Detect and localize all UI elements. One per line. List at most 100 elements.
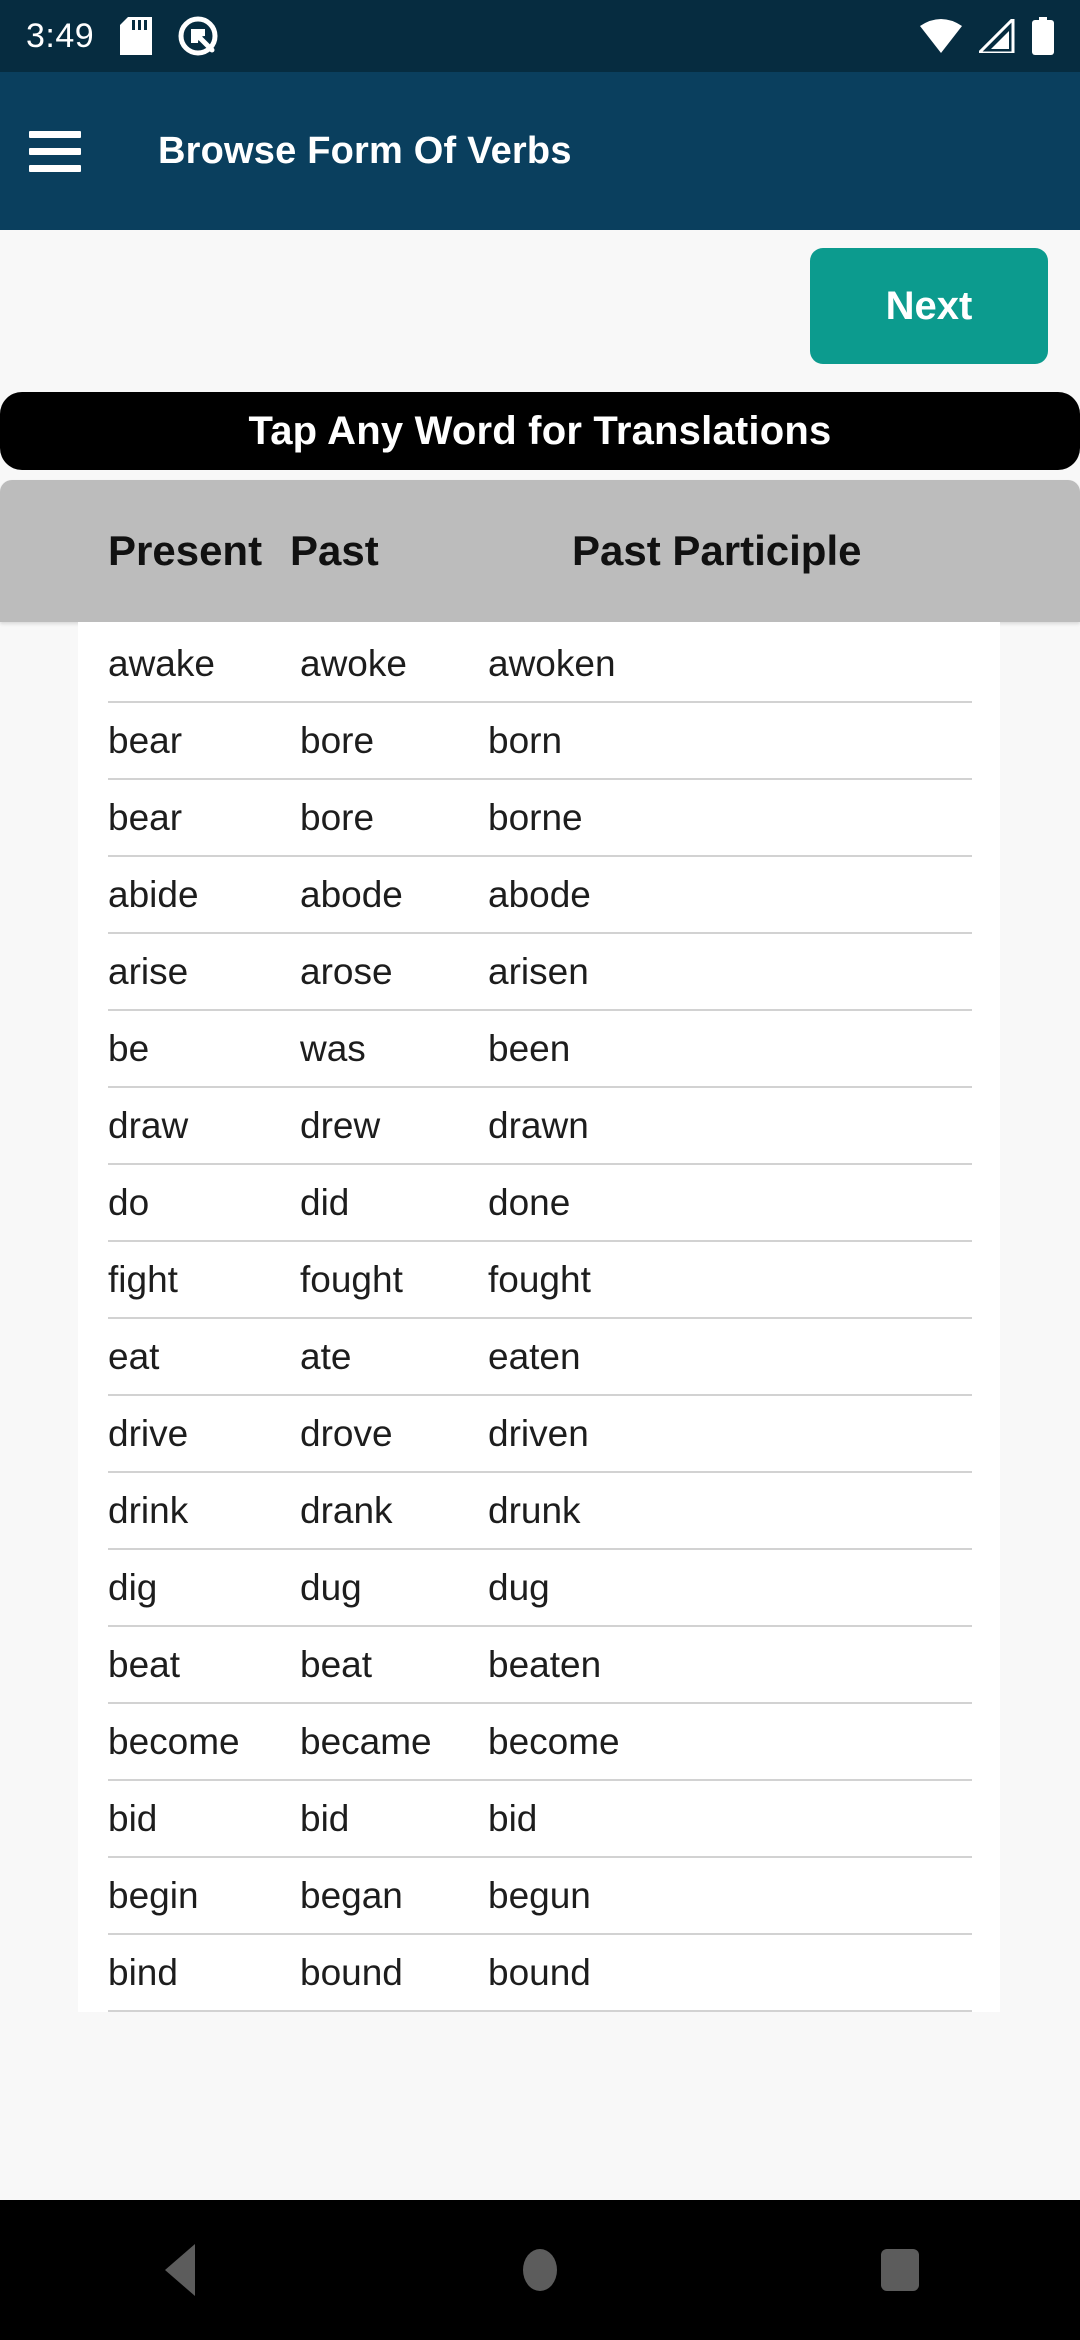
verb-cell-past[interactable]: drove [300, 1413, 488, 1455]
verb-cell-present[interactable]: bind [108, 1952, 300, 1994]
verb-cell-present[interactable]: bear [108, 797, 300, 839]
table-row[interactable]: begin began begun [108, 1858, 972, 1935]
recents-square-icon [881, 2249, 919, 2291]
table-row[interactable]: become became become [108, 1704, 972, 1781]
verb-cell-past-participle[interactable]: driven [488, 1413, 972, 1455]
table-row[interactable]: bid bid bid [108, 1781, 972, 1858]
verb-table-header: Present Past Past Participle [0, 480, 1080, 622]
verb-cell-past-participle[interactable]: eaten [488, 1336, 972, 1378]
verb-cell-present[interactable]: draw [108, 1105, 300, 1147]
table-row[interactable]: draw drew drawn [108, 1088, 972, 1165]
verb-cell-past-participle[interactable]: abode [488, 874, 972, 916]
verb-cell-present[interactable]: abide [108, 874, 300, 916]
android-navigation-bar [0, 2200, 1080, 2340]
verb-cell-past[interactable]: bound [300, 1952, 488, 1994]
table-row[interactable]: beat beat beaten [108, 1627, 972, 1704]
verb-cell-past[interactable]: drew [300, 1105, 488, 1147]
table-row[interactable]: be was been [108, 1011, 972, 1088]
verb-cell-past[interactable]: was [300, 1028, 488, 1070]
table-row[interactable]: awake awoke awoken [108, 626, 972, 703]
table-row[interactable]: abide abode abode [108, 857, 972, 934]
verb-cell-present[interactable]: become [108, 1721, 300, 1763]
verb-cell-present[interactable]: drive [108, 1413, 300, 1455]
verb-cell-present[interactable]: arise [108, 951, 300, 993]
page-title: Browse Form Of Verbs [158, 129, 572, 172]
verb-cell-past-participle[interactable]: bid [488, 1798, 972, 1840]
hamburger-menu-icon [29, 130, 81, 172]
verb-cell-past[interactable]: bore [300, 720, 488, 762]
wifi-icon [920, 19, 962, 53]
sd-card-icon [120, 17, 153, 55]
table-row[interactable]: fight fought fought [108, 1242, 972, 1319]
table-row[interactable]: eat ate eaten [108, 1319, 972, 1396]
recents-button[interactable] [810, 2200, 990, 2340]
home-circle-icon [523, 2249, 557, 2291]
translation-hint-banner: Tap Any Word for Translations [0, 392, 1080, 470]
verb-cell-present[interactable]: dig [108, 1567, 300, 1609]
verb-cell-present[interactable]: bear [108, 720, 300, 762]
back-triangle-icon [165, 2244, 195, 2296]
verb-cell-past-participle[interactable]: drawn [488, 1105, 972, 1147]
status-bar-right [920, 17, 1054, 55]
verb-cell-present[interactable]: awake [108, 643, 300, 685]
verb-cell-past[interactable]: beat [300, 1644, 488, 1686]
verb-cell-past[interactable]: ate [300, 1336, 488, 1378]
hamburger-menu-button[interactable] [0, 72, 110, 230]
verb-cell-past-participle[interactable]: arisen [488, 951, 972, 993]
column-header-past-participle: Past Participle [572, 527, 862, 574]
verb-cell-past-participle[interactable]: begun [488, 1875, 972, 1917]
verb-cell-past[interactable]: began [300, 1875, 488, 1917]
next-button[interactable]: Next [810, 248, 1048, 364]
verb-cell-past-participle[interactable]: born [488, 720, 972, 762]
verb-cell-past[interactable]: abode [300, 874, 488, 916]
verb-cell-past[interactable]: dug [300, 1567, 488, 1609]
verb-cell-past[interactable]: arose [300, 951, 488, 993]
verb-cell-past-participle[interactable]: become [488, 1721, 972, 1763]
verb-cell-present[interactable]: eat [108, 1336, 300, 1378]
verb-cell-past-participle[interactable]: beaten [488, 1644, 972, 1686]
verb-cell-past-participle[interactable]: fought [488, 1259, 972, 1301]
verb-cell-past-participle[interactable]: borne [488, 797, 972, 839]
verb-cell-past[interactable]: bid [300, 1798, 488, 1840]
table-row[interactable]: bind bound bound [108, 1935, 972, 2012]
verb-cell-present[interactable]: do [108, 1182, 300, 1224]
content-area: Next Tap Any Word for Translations Prese… [0, 230, 1080, 2200]
back-button[interactable] [90, 2200, 270, 2340]
verb-cell-past[interactable]: became [300, 1721, 488, 1763]
status-bar: 3:49 [0, 0, 1080, 72]
verb-cell-past[interactable]: fought [300, 1259, 488, 1301]
table-row[interactable]: drink drank drunk [108, 1473, 972, 1550]
status-clock: 3:49 [26, 16, 95, 55]
home-button[interactable] [450, 2200, 630, 2340]
verb-cell-past[interactable]: bore [300, 797, 488, 839]
verb-cell-present[interactable]: begin [108, 1875, 300, 1917]
table-row[interactable]: bear bore born [108, 703, 972, 780]
verb-table: Present Past Past Participle awake awoke a… [0, 480, 1080, 2012]
column-header-present: Present [108, 527, 263, 574]
verb-cell-past[interactable]: awoke [300, 643, 488, 685]
verb-cell-past-participle[interactable]: dug [488, 1567, 972, 1609]
verb-cell-present[interactable]: drink [108, 1490, 300, 1532]
verb-cell-past-participle[interactable]: been [488, 1028, 972, 1070]
table-row[interactable]: dig dug dug [108, 1550, 972, 1627]
next-button-row: Next [0, 248, 1080, 388]
verb-cell-present[interactable]: beat [108, 1644, 300, 1686]
phone-screen: 3:49 Browse Form Of Verbs Next Tap Any W… [0, 0, 1080, 2340]
verb-cell-past[interactable]: drank [300, 1490, 488, 1532]
table-row[interactable]: bear bore borne [108, 780, 972, 857]
verb-cell-past[interactable]: did [300, 1182, 488, 1224]
verb-cell-present[interactable]: fight [108, 1259, 300, 1301]
table-row[interactable]: arise arose arisen [108, 934, 972, 1011]
table-row[interactable]: do did done [108, 1165, 972, 1242]
verb-cell-past-participle[interactable]: bound [488, 1952, 972, 1994]
status-bar-left: 3:49 [26, 16, 218, 56]
table-row[interactable]: drive drove driven [108, 1396, 972, 1473]
verb-cell-past-participle[interactable]: drunk [488, 1490, 972, 1532]
verb-cell-past-participle[interactable]: done [488, 1182, 972, 1224]
verb-table-body: awake awoke awoken bear bore born bear bore born… [78, 622, 1000, 2012]
verb-cell-past-participle[interactable]: awoken [488, 643, 972, 685]
verb-cell-present[interactable]: bid [108, 1798, 300, 1840]
data-saver-icon [178, 16, 218, 56]
battery-icon [1032, 17, 1054, 55]
verb-cell-present[interactable]: be [108, 1028, 300, 1070]
